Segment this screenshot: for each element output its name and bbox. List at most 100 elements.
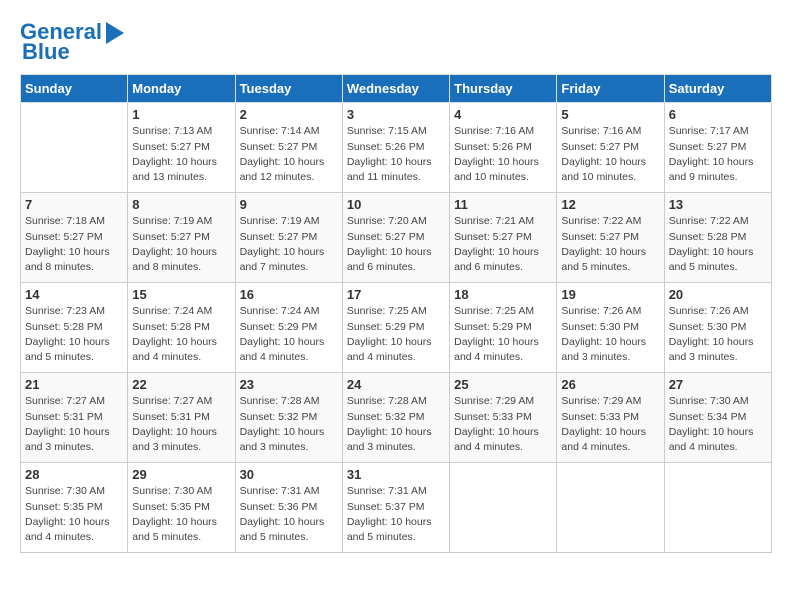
day-header-tuesday: Tuesday	[235, 75, 342, 103]
calendar-table: SundayMondayTuesdayWednesdayThursdayFrid…	[20, 74, 772, 553]
day-number: 15	[132, 287, 230, 302]
day-info: Sunrise: 7:15 AM Sunset: 5:26 PM Dayligh…	[347, 124, 445, 185]
calendar-cell: 15 Sunrise: 7:24 AM Sunset: 5:28 PM Dayli…	[128, 283, 235, 373]
calendar-cell: 9 Sunrise: 7:19 AM Sunset: 5:27 PM Daylig…	[235, 193, 342, 283]
day-info: Sunrise: 7:19 AM Sunset: 5:27 PM Dayligh…	[132, 214, 230, 275]
day-number: 20	[669, 287, 767, 302]
day-info: Sunrise: 7:25 AM Sunset: 5:29 PM Dayligh…	[347, 304, 445, 365]
day-info: Sunrise: 7:23 AM Sunset: 5:28 PM Dayligh…	[25, 304, 123, 365]
calendar-cell: 12Sunrise: 7:22 AM Sunset: 5:27 PM Dayli…	[557, 193, 664, 283]
day-info: Sunrise: 7:18 AM Sunset: 5:27 PM Dayligh…	[25, 214, 123, 275]
day-info: Sunrise: 7:27 AM Sunset: 5:31 PM Dayligh…	[25, 394, 123, 455]
calendar-cell	[557, 463, 664, 553]
day-number: 6	[669, 107, 767, 122]
calendar-cell: 10 Sunrise: 7:20 AM Sunset: 5:27 PM Dayli…	[342, 193, 449, 283]
calendar-cell	[450, 463, 557, 553]
calendar-cell: 20 Sunrise: 7:26 AM Sunset: 5:30 PM Dayli…	[664, 283, 771, 373]
day-header-friday: Friday	[557, 75, 664, 103]
calendar-week-row: 1 Sunrise: 7:13 AM Sunset: 5:27 PM Daylig…	[21, 103, 772, 193]
calendar-header-row: SundayMondayTuesdayWednesdayThursdayFrid…	[21, 75, 772, 103]
calendar-cell: 13 Sunrise: 7:22 AM Sunset: 5:28 PM Dayli…	[664, 193, 771, 283]
calendar-cell: 26 Sunrise: 7:29 AM Sunset: 5:33 PM Dayli…	[557, 373, 664, 463]
day-number: 24	[347, 377, 445, 392]
day-number: 30	[240, 467, 338, 482]
day-number: 25	[454, 377, 552, 392]
calendar-cell: 31 Sunrise: 7:31 AM Sunset: 5:37 PM Dayli…	[342, 463, 449, 553]
day-number: 16	[240, 287, 338, 302]
calendar-cell: 27 Sunrise: 7:30 AM Sunset: 5:34 PM Dayli…	[664, 373, 771, 463]
calendar-week-row: 21 Sunrise: 7:27 AM Sunset: 5:31 PM Dayli…	[21, 373, 772, 463]
calendar-cell: 22 Sunrise: 7:27 AM Sunset: 5:31 PM Dayli…	[128, 373, 235, 463]
day-info: Sunrise: 7:30 AM Sunset: 5:35 PM Dayligh…	[132, 484, 230, 545]
day-info: Sunrise: 7:13 AM Sunset: 5:27 PM Dayligh…	[132, 124, 230, 185]
calendar-cell: 7 Sunrise: 7:18 AM Sunset: 5:27 PM Daylig…	[21, 193, 128, 283]
calendar-cell: 21 Sunrise: 7:27 AM Sunset: 5:31 PM Dayli…	[21, 373, 128, 463]
day-number: 28	[25, 467, 123, 482]
calendar-cell: 8 Sunrise: 7:19 AM Sunset: 5:27 PM Daylig…	[128, 193, 235, 283]
day-number: 22	[132, 377, 230, 392]
day-info: Sunrise: 7:19 AM Sunset: 5:27 PM Dayligh…	[240, 214, 338, 275]
calendar-week-row: 28 Sunrise: 7:30 AM Sunset: 5:35 PM Dayli…	[21, 463, 772, 553]
day-number: 19	[561, 287, 659, 302]
calendar-week-row: 7 Sunrise: 7:18 AM Sunset: 5:27 PM Daylig…	[21, 193, 772, 283]
day-header-monday: Monday	[128, 75, 235, 103]
logo-arrow-icon	[106, 22, 124, 44]
day-info: Sunrise: 7:16 AM Sunset: 5:26 PM Dayligh…	[454, 124, 552, 185]
day-info: Sunrise: 7:30 AM Sunset: 5:34 PM Dayligh…	[669, 394, 767, 455]
day-number: 5	[561, 107, 659, 122]
day-header-thursday: Thursday	[450, 75, 557, 103]
calendar-cell: 30 Sunrise: 7:31 AM Sunset: 5:36 PM Dayli…	[235, 463, 342, 553]
day-number: 10	[347, 197, 445, 212]
day-info: Sunrise: 7:16 AM Sunset: 5:27 PM Dayligh…	[561, 124, 659, 185]
day-number: 21	[25, 377, 123, 392]
day-number: 29	[132, 467, 230, 482]
day-info: Sunrise: 7:28 AM Sunset: 5:32 PM Dayligh…	[240, 394, 338, 455]
day-info: Sunrise: 7:27 AM Sunset: 5:31 PM Dayligh…	[132, 394, 230, 455]
calendar-cell: 18Sunrise: 7:25 AM Sunset: 5:29 PM Dayli…	[450, 283, 557, 373]
calendar-cell: 24 Sunrise: 7:28 AM Sunset: 5:32 PM Dayli…	[342, 373, 449, 463]
calendar-cell	[21, 103, 128, 193]
day-info: Sunrise: 7:22 AM Sunset: 5:28 PM Dayligh…	[669, 214, 767, 275]
day-number: 27	[669, 377, 767, 392]
calendar-cell: 16 Sunrise: 7:24 AM Sunset: 5:29 PM Dayli…	[235, 283, 342, 373]
calendar-cell: 5 Sunrise: 7:16 AM Sunset: 5:27 PM Daylig…	[557, 103, 664, 193]
day-info: Sunrise: 7:30 AM Sunset: 5:35 PM Dayligh…	[25, 484, 123, 545]
calendar-cell: 4Sunrise: 7:16 AM Sunset: 5:26 PM Daylig…	[450, 103, 557, 193]
logo-blue: Blue	[22, 40, 70, 64]
day-info: Sunrise: 7:24 AM Sunset: 5:28 PM Dayligh…	[132, 304, 230, 365]
day-number: 31	[347, 467, 445, 482]
calendar-cell: 28 Sunrise: 7:30 AM Sunset: 5:35 PM Dayli…	[21, 463, 128, 553]
page-header: General Blue	[20, 20, 772, 64]
day-info: Sunrise: 7:25 AM Sunset: 5:29 PM Dayligh…	[454, 304, 552, 365]
calendar-cell: 11Sunrise: 7:21 AM Sunset: 5:27 PM Dayli…	[450, 193, 557, 283]
calendar-cell: 2Sunrise: 7:14 AM Sunset: 5:27 PM Daylig…	[235, 103, 342, 193]
day-number: 13	[669, 197, 767, 212]
day-info: Sunrise: 7:24 AM Sunset: 5:29 PM Dayligh…	[240, 304, 338, 365]
day-info: Sunrise: 7:28 AM Sunset: 5:32 PM Dayligh…	[347, 394, 445, 455]
day-number: 3	[347, 107, 445, 122]
day-info: Sunrise: 7:21 AM Sunset: 5:27 PM Dayligh…	[454, 214, 552, 275]
calendar-week-row: 14Sunrise: 7:23 AM Sunset: 5:28 PM Dayli…	[21, 283, 772, 373]
day-header-sunday: Sunday	[21, 75, 128, 103]
calendar-cell: 1 Sunrise: 7:13 AM Sunset: 5:27 PM Daylig…	[128, 103, 235, 193]
day-info: Sunrise: 7:20 AM Sunset: 5:27 PM Dayligh…	[347, 214, 445, 275]
calendar-cell: 29 Sunrise: 7:30 AM Sunset: 5:35 PM Dayli…	[128, 463, 235, 553]
day-number: 1	[132, 107, 230, 122]
day-number: 7	[25, 197, 123, 212]
day-info: Sunrise: 7:29 AM Sunset: 5:33 PM Dayligh…	[561, 394, 659, 455]
day-number: 17	[347, 287, 445, 302]
day-header-wednesday: Wednesday	[342, 75, 449, 103]
day-info: Sunrise: 7:31 AM Sunset: 5:37 PM Dayligh…	[347, 484, 445, 545]
day-info: Sunrise: 7:14 AM Sunset: 5:27 PM Dayligh…	[240, 124, 338, 185]
day-info: Sunrise: 7:26 AM Sunset: 5:30 PM Dayligh…	[669, 304, 767, 365]
day-info: Sunrise: 7:29 AM Sunset: 5:33 PM Dayligh…	[454, 394, 552, 455]
logo: General Blue	[20, 20, 124, 64]
day-number: 8	[132, 197, 230, 212]
calendar-cell: 6Sunrise: 7:17 AM Sunset: 5:27 PM Daylig…	[664, 103, 771, 193]
day-info: Sunrise: 7:22 AM Sunset: 5:27 PM Dayligh…	[561, 214, 659, 275]
day-number: 26	[561, 377, 659, 392]
calendar-cell: 3 Sunrise: 7:15 AM Sunset: 5:26 PM Daylig…	[342, 103, 449, 193]
day-number: 9	[240, 197, 338, 212]
day-info: Sunrise: 7:31 AM Sunset: 5:36 PM Dayligh…	[240, 484, 338, 545]
day-header-saturday: Saturday	[664, 75, 771, 103]
